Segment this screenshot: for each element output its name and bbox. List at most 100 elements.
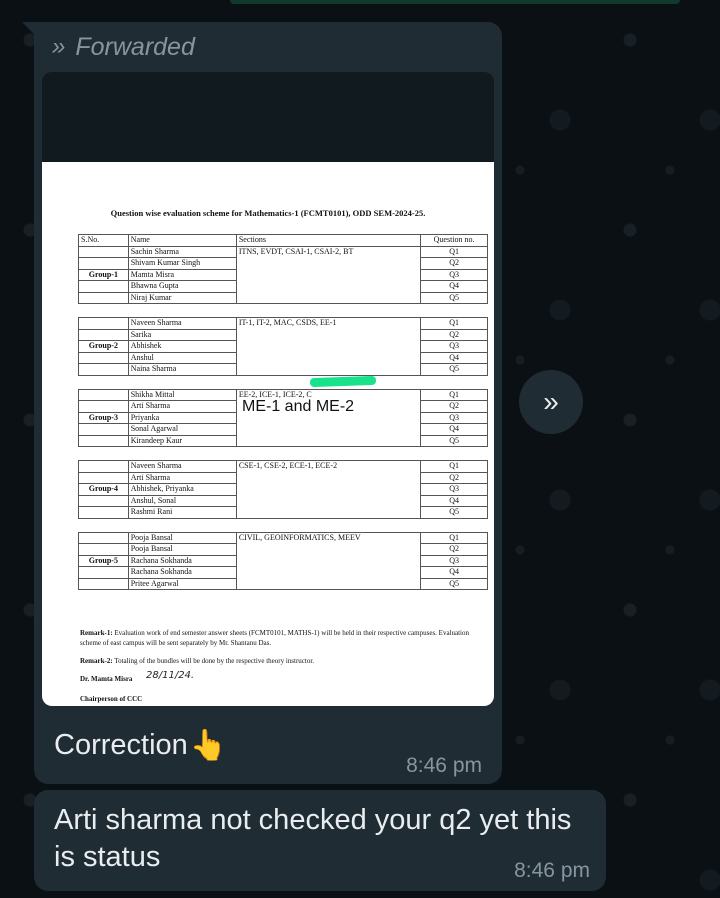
group-label: Group-1	[78, 268, 129, 281]
chairperson-line: Chairperson of CCC	[80, 695, 143, 703]
question-number: Q1	[420, 460, 488, 473]
group-label	[78, 506, 129, 519]
member-name: Arti Sharma	[127, 471, 237, 484]
question-number: Q3	[420, 411, 488, 424]
member-name: Naveen Sharma	[127, 317, 237, 330]
header-question: Question no.	[420, 234, 488, 247]
signatory: Dr. Mamta Misra	[80, 675, 133, 683]
member-name: Sachin Sharma	[127, 245, 237, 258]
question-number: Q2	[420, 400, 488, 413]
spacer-cell	[78, 374, 488, 390]
remark-2-text: Totaling of the bundles will be done by …	[114, 657, 315, 665]
remark-1-label: Remark-1:	[80, 629, 113, 637]
group-label: Group-2	[78, 340, 129, 353]
share-forward-button[interactable]: »	[519, 370, 583, 434]
question-number: Q3	[420, 268, 488, 281]
member-name: Shivam Kumar Singh	[127, 257, 237, 270]
member-name: Rachana Sokhanda	[127, 554, 237, 567]
question-number: Q4	[420, 494, 488, 507]
signature-date: 28/11/24.	[146, 670, 195, 681]
member-name: Rachana Sokhanda	[127, 566, 237, 579]
group-label	[78, 388, 129, 401]
group-label	[78, 363, 129, 376]
group-label	[78, 245, 129, 258]
group-label: Group-5	[78, 554, 129, 567]
header-name: Name	[127, 234, 237, 247]
question-number: Q3	[420, 340, 488, 353]
question-number: Q3	[420, 554, 488, 567]
forwarded-label: Forwarded	[75, 32, 195, 61]
question-number: Q5	[420, 363, 488, 376]
question-number: Q1	[420, 317, 488, 330]
group-spacer	[78, 446, 488, 461]
group-label	[78, 328, 129, 341]
member-name: Pooja Bansal	[127, 543, 237, 556]
question-number: Q5	[420, 506, 488, 519]
spacer-cell	[78, 446, 488, 461]
group-label: Group-3	[78, 411, 129, 424]
member-name: Anshul, Sonal	[127, 494, 237, 507]
question-number: Q1	[420, 245, 488, 258]
member-name: Pritee Agarwal	[127, 577, 237, 590]
question-number: Q2	[420, 328, 488, 341]
image-attachment[interactable]: Question wise evaluation scheme for Math…	[42, 72, 494, 706]
member-name: Arti Sharma	[127, 400, 237, 413]
group-spacer	[78, 303, 488, 318]
question-number: Q2	[420, 257, 488, 270]
question-number: Q2	[420, 543, 488, 556]
group-label	[78, 280, 129, 293]
question-number: Q4	[420, 566, 488, 579]
group-spacer	[78, 374, 488, 390]
member-name: Abhishek	[127, 340, 237, 353]
member-name: Abhishek, Priyanka	[127, 483, 237, 496]
member-name: Sarika	[127, 328, 237, 341]
question-number: Q1	[420, 531, 488, 544]
group-label	[78, 423, 129, 436]
group-label	[78, 577, 129, 590]
remark-1-text: Evaluation work of end semester answer s…	[80, 629, 469, 647]
document-title: Question wise evaluation scheme for Math…	[110, 208, 426, 218]
question-number: Q2	[420, 471, 488, 484]
remark-2: Remark-2: Totaling of the bundles will b…	[80, 656, 480, 666]
group-label	[78, 400, 129, 413]
member-name: Bhawna Gupta	[127, 280, 237, 293]
member-name: Naveen Sharma	[127, 460, 237, 473]
group-label	[78, 317, 129, 330]
caption-text: Correction	[54, 729, 188, 761]
question-number: Q5	[420, 577, 488, 590]
reply-message-bubble[interactable]: Arti sharma not checked your q2 yet this…	[34, 790, 606, 891]
header-sno: S.No.	[78, 234, 129, 247]
group-label	[78, 434, 129, 447]
member-name: Sonal Agarwal	[127, 423, 237, 436]
group-sections: CIVIL, GEOINFORMATICS, MEEV	[235, 531, 422, 590]
group-label	[78, 460, 129, 473]
member-name: Niraj Kumar	[127, 291, 237, 304]
reply-text: Arti sharma not checked your q2 yet this…	[54, 804, 572, 873]
bubble-tail	[22, 22, 36, 36]
question-number: Q3	[420, 483, 488, 496]
forward-icon: »	[52, 33, 66, 60]
remark-2-label: Remark-2:	[80, 657, 113, 665]
group-label	[78, 257, 129, 270]
group-label	[78, 291, 129, 304]
forwarded-message-bubble[interactable]: » Forwarded Question wise evaluation sch…	[22, 22, 502, 784]
message-caption: Correction 👆	[54, 728, 227, 763]
spacer-cell	[78, 303, 488, 318]
member-name: Pooja Bansal	[127, 531, 237, 544]
question-number: Q4	[420, 423, 488, 436]
pointing-hand-icon: 👆	[189, 729, 228, 762]
remark-1: Remark-1: Evaluation work of end semeste…	[80, 628, 480, 648]
member-name: Naina Sharma	[127, 363, 237, 376]
group-label: Group-4	[78, 483, 129, 496]
table-row: Sachin Sharma ITNS, EVDT, CSAI-1, CSAI-2,…	[78, 245, 488, 304]
group-spacer	[78, 517, 488, 533]
member-name: Shikha Mittal	[127, 388, 237, 401]
group-label	[78, 494, 129, 507]
member-name: Kirandeep Kaur	[127, 434, 237, 447]
spacer-cell	[78, 517, 488, 533]
group-label	[78, 531, 129, 544]
previous-message-edge	[230, 0, 680, 4]
forwarded-indicator: » Forwarded	[52, 32, 195, 62]
table-row: Pooja Bansal CIVIL, GEOINFORMATICS, MEEV Q…	[78, 531, 488, 590]
table-row: Naveen Sharma IT-1, IT-2, MAC, CSDS, EE-1…	[78, 317, 488, 376]
